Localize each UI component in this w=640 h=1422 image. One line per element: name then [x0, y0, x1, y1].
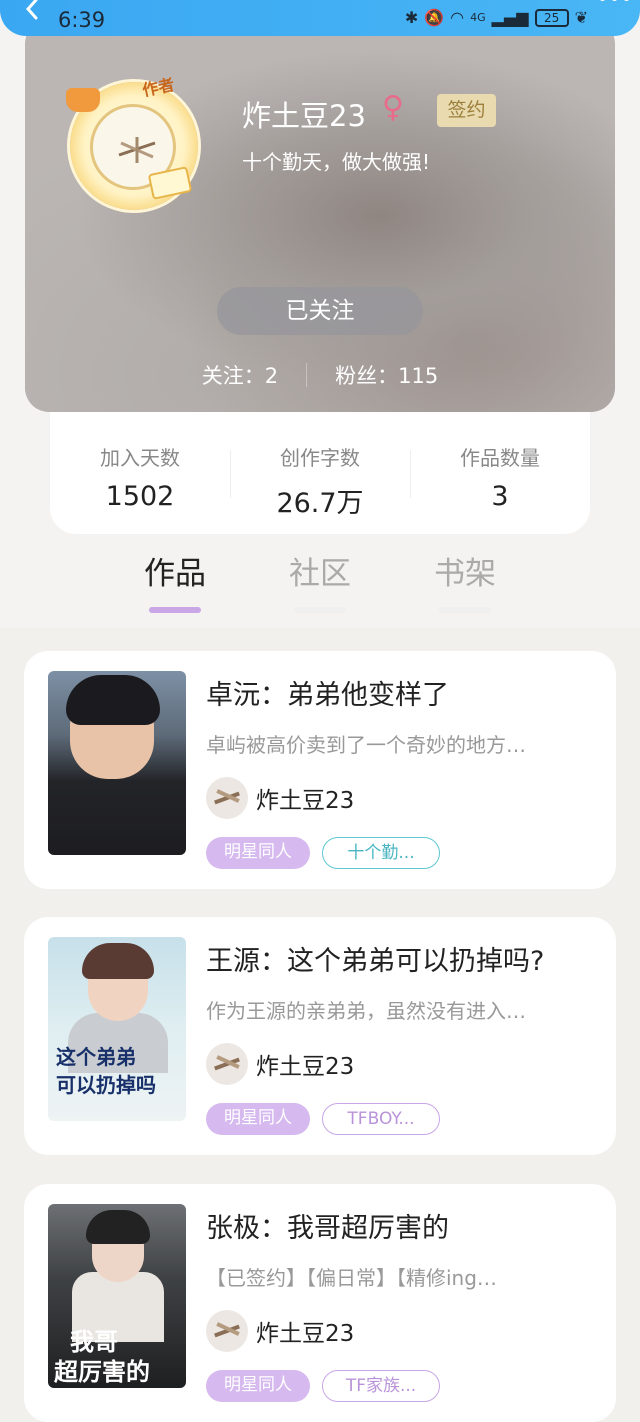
stat-join-days: 加入天数 1502: [50, 412, 230, 534]
book-title: 王源：这个弟弟可以扔掉吗?: [206, 946, 545, 977]
network-label: 4G: [470, 11, 486, 24]
tab-bar: 作品 社区 书架: [0, 548, 640, 628]
stat-label: 创作字数: [280, 446, 360, 470]
author-stats: 加入天数 1502 创作字数 26.7万 作品数量 3: [50, 412, 590, 534]
status-icons: ✱ 🔕 ◠ 4G ▂▄▆ 25 ❦: [405, 8, 588, 27]
book-author: 炸土豆23: [206, 1043, 354, 1085]
following-count: 2: [264, 364, 279, 388]
username: 炸土豆23: [242, 99, 366, 133]
topic-tag[interactable]: TF家族...: [322, 1370, 440, 1402]
book-author: 炸土豆23: [206, 1310, 354, 1352]
leaf-icon: ❦: [574, 8, 588, 27]
cover-title: 这个弟弟: [56, 1045, 136, 1069]
stat-value: 26.7万: [276, 488, 364, 519]
tab-indicator: [149, 607, 201, 613]
stat-value: 3: [491, 481, 509, 512]
profile-header: 作者 炸土豆23 ♀ 签约 十个勤天，做大做强! 已关注 关注：2 粉丝：115: [25, 20, 615, 412]
signed-badge: 签约: [437, 94, 496, 127]
book-tags: 明星同人 TF家族...: [206, 1370, 440, 1402]
genre-tag[interactable]: 明星同人: [206, 1103, 310, 1135]
book-card[interactable]: 卓沅：弟弟他变样了 卓屿被高价卖到了一个奇妙的地方… 炸土豆23 明星同人 十个…: [24, 651, 616, 889]
author-avatar: [206, 777, 248, 819]
status-time: 6:39: [58, 8, 106, 32]
book-description: 【已签约】【偏日常】【精修ing…: [206, 1266, 497, 1290]
follow-stats: 关注：2 粉丝：115: [25, 360, 615, 390]
book-card[interactable]: 我哥 超厉害的 张极：我哥超厉害的 【已签约】【偏日常】【精修ing… 炸土豆2…: [24, 1184, 616, 1422]
book-cover[interactable]: 我哥 超厉害的: [48, 1204, 186, 1388]
more-options-icon[interactable]: [599, 0, 630, 1]
topic-tag[interactable]: TFBOY...: [322, 1103, 440, 1135]
fans-count: 115: [398, 364, 439, 388]
author-avatar: [206, 1043, 248, 1085]
cover-title: 超厉害的: [54, 1357, 150, 1386]
avatar: 作者: [66, 75, 198, 210]
book-description: 作为王源的亲弟弟，虽然没有进入…: [206, 999, 526, 1023]
signal-icon: ▂▄▆: [491, 8, 529, 27]
stat-word-count: 创作字数 26.7万: [230, 412, 410, 534]
tab-community[interactable]: 社区: [270, 548, 370, 613]
stat-label: 作品数量: [460, 446, 540, 470]
cover-title: 可以扔掉吗: [56, 1073, 156, 1097]
genre-tag[interactable]: 明星同人: [206, 1370, 310, 1402]
topic-tag[interactable]: 十个勤...: [322, 837, 440, 869]
wifi-icon: ◠: [450, 8, 465, 27]
author-name: 炸土豆23: [256, 1321, 355, 1347]
stat-work-count: 作品数量 3: [410, 412, 590, 534]
genre-tag[interactable]: 明星同人: [206, 837, 310, 869]
stat-value: 1502: [105, 481, 175, 512]
book-title: 卓沅：弟弟他变样了: [206, 680, 449, 711]
profile-motto: 十个勤天，做大做强!: [242, 150, 431, 174]
tab-label: 书架: [434, 556, 496, 592]
author-name: 炸土豆23: [256, 1054, 355, 1080]
divider: [306, 363, 308, 387]
author-tag: 作者: [140, 74, 176, 101]
book-tags: 明星同人 TFBOY...: [206, 1103, 440, 1135]
book-title: 张极：我哥超厉害的: [206, 1213, 449, 1244]
stat-label: 加入天数: [100, 446, 180, 470]
book-cover[interactable]: [48, 671, 186, 855]
tab-indicator: [439, 607, 491, 613]
fans-label: 粉丝：: [335, 364, 399, 388]
book-tags: 明星同人 十个勤...: [206, 837, 440, 869]
flag-icon: [66, 88, 100, 112]
tab-bookshelf[interactable]: 书架: [415, 548, 515, 613]
tab-label: 社区: [289, 556, 351, 592]
following-label: 关注：: [201, 364, 265, 388]
fans-stat[interactable]: 粉丝：115: [335, 360, 438, 390]
avatar-illustration-icon: [118, 137, 156, 163]
bluetooth-icon: ✱: [404, 8, 419, 27]
author-name: 炸土豆23: [256, 788, 355, 814]
tab-label: 作品: [144, 556, 206, 592]
following-stat[interactable]: 关注：2: [202, 360, 278, 390]
follow-button[interactable]: 已关注: [217, 287, 423, 335]
book-author: 炸土豆23: [206, 777, 354, 819]
female-icon: ♀: [382, 90, 404, 125]
tab-works[interactable]: 作品: [125, 548, 225, 613]
book-card[interactable]: 这个弟弟 可以扔掉吗 王源：这个弟弟可以扔掉吗? 作为王源的亲弟弟，虽然没有进入…: [24, 917, 616, 1155]
mute-icon: 🔕: [424, 8, 445, 27]
battery-icon: 25: [534, 8, 569, 27]
book-cover[interactable]: 这个弟弟 可以扔掉吗: [48, 937, 186, 1121]
tab-indicator: [294, 607, 346, 613]
back-arrow-icon[interactable]: [18, 0, 48, 24]
author-avatar: [206, 1310, 248, 1352]
status-bar: 6:39 ✱ 🔕 ◠ 4G ▂▄▆ 25 ❦: [0, 0, 640, 36]
book-description: 卓屿被高价卖到了一个奇妙的地方…: [206, 733, 526, 757]
